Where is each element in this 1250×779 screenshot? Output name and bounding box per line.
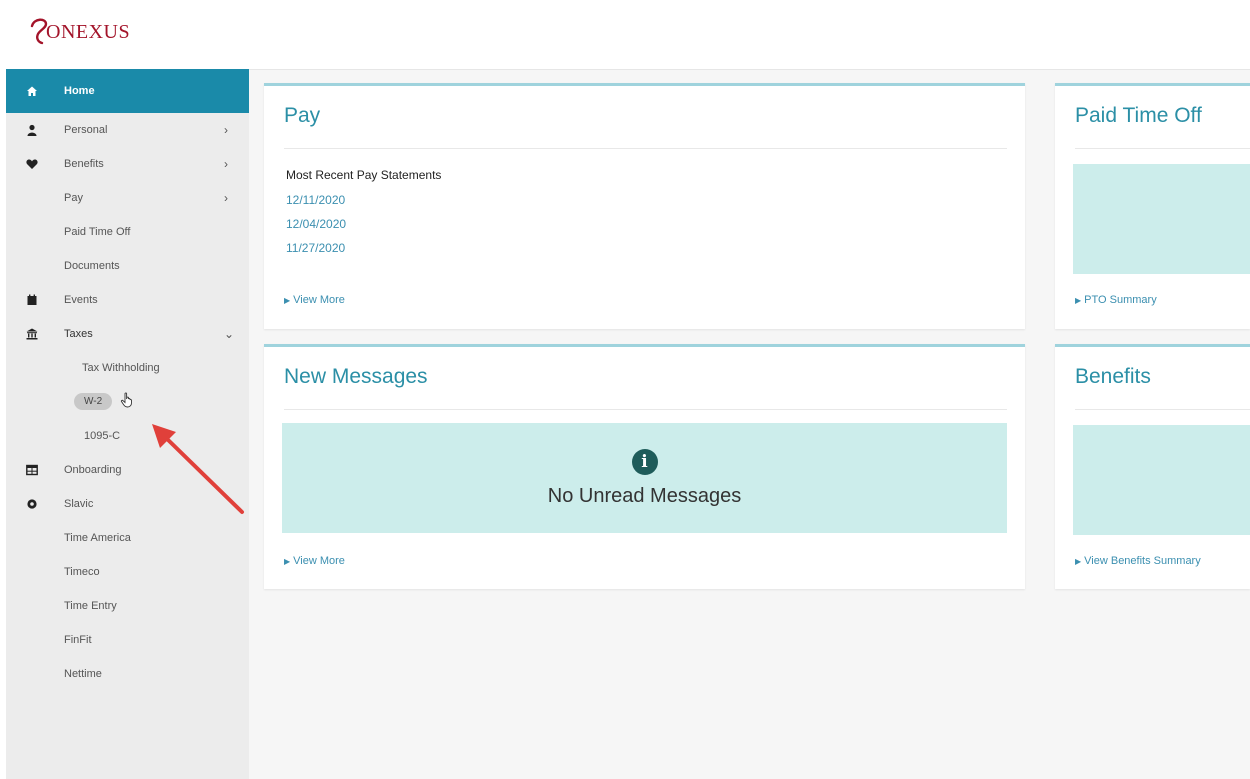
chevron-right-icon: › <box>224 123 228 137</box>
person-icon <box>26 124 38 136</box>
hand-cursor-icon <box>120 392 134 411</box>
link-label: View Benefits Summary <box>1084 555 1201 567</box>
chevron-right-icon: › <box>224 157 228 171</box>
card-title: Paid Time Off <box>1075 104 1202 127</box>
messages-view-more-link[interactable]: ▶ View More <box>284 555 345 567</box>
sidebar-item-label: Tax Withholding <box>82 362 160 374</box>
triangle-right-icon: ▶ <box>284 557 291 566</box>
divider <box>1075 148 1250 149</box>
card-title: New Messages <box>284 365 428 388</box>
sidebar-subitem-w2[interactable]: W-2 <box>6 385 249 419</box>
sidebar-item-label: W-2 <box>74 393 113 410</box>
divider <box>284 409 1007 410</box>
sidebar-item-timeco[interactable]: Timeco <box>6 555 249 589</box>
sidebar-item-pay[interactable]: Pay › <box>6 181 249 215</box>
sidebar-item-time-entry[interactable]: Time Entry <box>6 589 249 623</box>
sidebar-item-taxes[interactable]: Taxes ⌄ <box>6 317 249 351</box>
benefits-summary-link[interactable]: ▶ View Benefits Summary <box>1075 555 1201 567</box>
triangle-right-icon: ▶ <box>284 296 291 305</box>
logo-text: ONEXUS <box>46 21 131 43</box>
brand-logo[interactable]: ONEXUS <box>28 12 130 46</box>
sidebar-item-home[interactable]: Home <box>6 69 249 113</box>
sidebar-item-label: Pay <box>64 192 83 204</box>
sidebar-item-label: Home <box>64 85 95 97</box>
pay-statement-link[interactable]: 11/27/2020 <box>286 241 345 255</box>
gear-icon <box>26 498 38 510</box>
pto-summary-link[interactable]: ▶ PTO Summary <box>1075 294 1157 306</box>
pay-card: Pay Most Recent Pay Statements 12/11/202… <box>264 83 1025 329</box>
bank-icon <box>26 328 38 340</box>
card-title: Benefits <box>1075 365 1151 388</box>
sidebar-item-label: Events <box>64 294 98 306</box>
pto-card: Paid Time Off ▶ PTO Summary <box>1055 83 1250 329</box>
pay-statement-link[interactable]: 12/11/2020 <box>286 193 345 207</box>
sidebar-item-events[interactable]: Events <box>6 283 249 317</box>
sidebar-item-time-america[interactable]: Time America <box>6 521 249 555</box>
pto-chart-area <box>1073 164 1250 274</box>
sidebar-item-label: Benefits <box>64 158 104 170</box>
sidebar-item-label: Documents <box>64 260 120 272</box>
sidebar-subitem-tax-withholding[interactable]: Tax Withholding <box>6 351 249 385</box>
pay-subtitle: Most Recent Pay Statements <box>286 168 442 182</box>
sidebar-item-paid-time-off[interactable]: Paid Time Off <box>6 215 249 249</box>
sidebar-item-label: Personal <box>64 124 108 136</box>
sidebar-item-personal[interactable]: Personal › <box>6 113 249 147</box>
sidebar-item-label: 1095-C <box>84 430 121 442</box>
home-icon <box>26 85 38 97</box>
sidebar-item-label: Onboarding <box>64 464 122 476</box>
card-title: Pay <box>284 104 321 127</box>
chevron-right-icon: › <box>224 191 228 205</box>
info-icon: i <box>631 448 658 475</box>
table-icon <box>26 464 38 476</box>
calendar-icon <box>26 294 38 306</box>
no-messages-panel: i No Unread Messages <box>282 423 1007 533</box>
triangle-right-icon: ▶ <box>1075 296 1082 305</box>
sidebar-item-label: Time America <box>64 532 131 544</box>
sidebar-item-label: Slavic <box>64 498 94 510</box>
triangle-right-icon: ▶ <box>1075 557 1082 566</box>
sidebar-item-nettime[interactable]: Nettime <box>6 657 249 691</box>
link-label: PTO Summary <box>1084 294 1157 306</box>
divider <box>284 148 1007 149</box>
chevron-down-icon: ⌄ <box>224 327 235 341</box>
sidebar-item-label: Taxes <box>64 328 93 340</box>
pay-view-more-link[interactable]: ▶ View More <box>284 294 345 306</box>
sidebar-item-label: Timeco <box>64 566 100 578</box>
sidebar-item-finfit[interactable]: FinFit <box>6 623 249 657</box>
benefits-chart-area <box>1073 425 1250 535</box>
sidebar-item-benefits[interactable]: Benefits › <box>6 147 249 181</box>
link-label: View More <box>293 555 345 567</box>
link-label: View More <box>293 294 345 306</box>
pay-statement-link[interactable]: 12/04/2020 <box>286 217 346 231</box>
sidebar-item-label: Nettime <box>64 668 102 680</box>
dashboard-main: Pay Most Recent Pay Statements 12/11/202… <box>249 69 1250 779</box>
divider <box>1075 409 1250 410</box>
sidebar-item-documents[interactable]: Documents <box>6 249 249 283</box>
sidebar-item-label: FinFit <box>64 634 92 646</box>
messages-card: New Messages i No Unread Messages ▶ View … <box>264 344 1025 589</box>
sidebar-item-label: Time Entry <box>64 600 117 612</box>
no-messages-text: No Unread Messages <box>547 484 742 507</box>
heart-icon <box>26 158 38 170</box>
annotation-arrow-icon <box>152 424 244 514</box>
sidebar-item-label: Paid Time Off <box>64 226 131 238</box>
benefits-card: Benefits ▶ View Benefits Summary <box>1055 344 1250 589</box>
